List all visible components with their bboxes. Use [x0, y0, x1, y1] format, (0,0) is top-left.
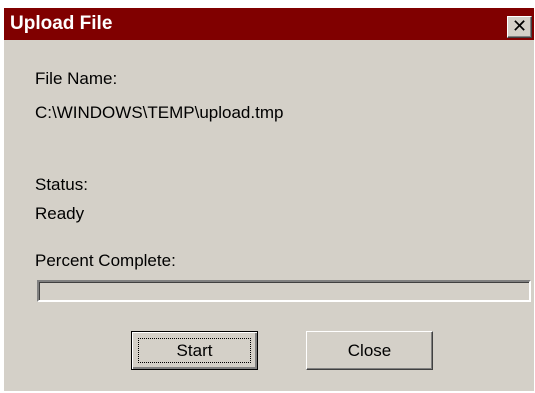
progress-bar	[37, 280, 531, 302]
start-button[interactable]: Start	[131, 331, 258, 370]
status-label: Status:	[35, 175, 88, 194]
status-value: Ready	[35, 204, 85, 223]
file-name-value: C:\WINDOWS\TEMP\upload.tmp	[35, 103, 284, 122]
window-title: Upload File	[10, 13, 113, 34]
file-name-label: File Name:	[35, 69, 118, 88]
close-button-label: Close	[347, 341, 392, 360]
upload-file-dialog: Upload File ✕ File Name: C:\WINDOWS\TEMP…	[4, 8, 534, 391]
percent-complete-label: Percent Complete:	[35, 251, 176, 270]
title-bar[interactable]: Upload File ✕	[4, 8, 534, 40]
close-button[interactable]: Close	[306, 331, 433, 370]
start-button-label: Start	[176, 341, 213, 360]
close-icon[interactable]: ✕	[507, 16, 532, 38]
